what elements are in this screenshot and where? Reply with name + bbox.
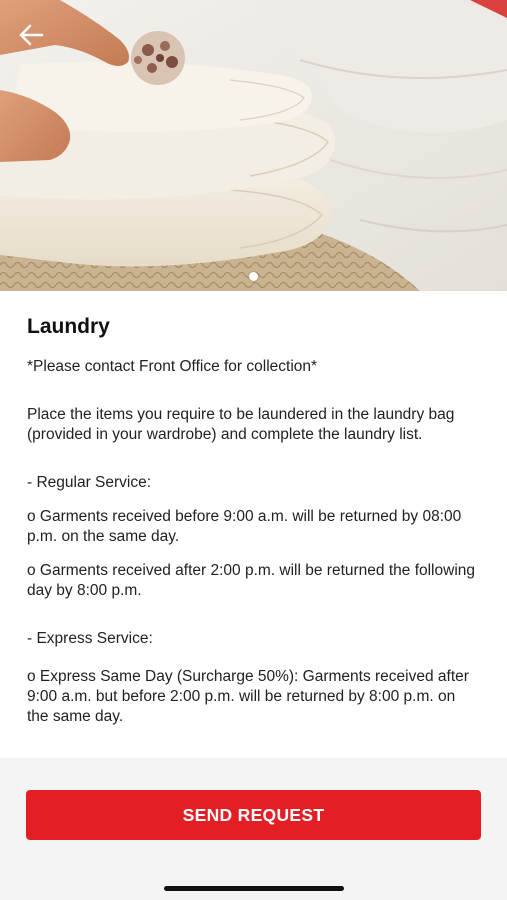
home-indicator[interactable] xyxy=(164,886,344,891)
regular-service-item: o Garments received before 9:00 a.m. wil… xyxy=(27,508,462,545)
back-button[interactable] xyxy=(18,24,58,64)
express-service-item: o Express Same Day (Surcharge 50%): Garm… xyxy=(27,668,469,725)
page-title: Laundry xyxy=(27,315,110,338)
laundry-screen: Laundry *Please contact Front Office for… xyxy=(0,0,507,900)
arrow-left-icon xyxy=(19,24,44,46)
regular-service-item: o Garments received after 2:00 p.m. will… xyxy=(27,562,476,599)
carousel-dot-active[interactable] xyxy=(249,272,258,281)
hero-image xyxy=(0,0,507,291)
carousel-indicator xyxy=(0,272,507,281)
service-details: Laundry *Please contact Front Office for… xyxy=(0,291,507,758)
footer-bar: SEND REQUEST xyxy=(0,758,507,900)
collection-note: *Please contact Front Office for collect… xyxy=(27,358,318,375)
regular-service-heading: - Regular Service: xyxy=(27,474,152,491)
send-request-button[interactable]: SEND REQUEST xyxy=(26,790,481,840)
express-service-heading: - Express Service: xyxy=(27,630,153,647)
towels-illustration xyxy=(0,0,507,291)
service-intro: Place the items you require to be launde… xyxy=(27,406,455,443)
